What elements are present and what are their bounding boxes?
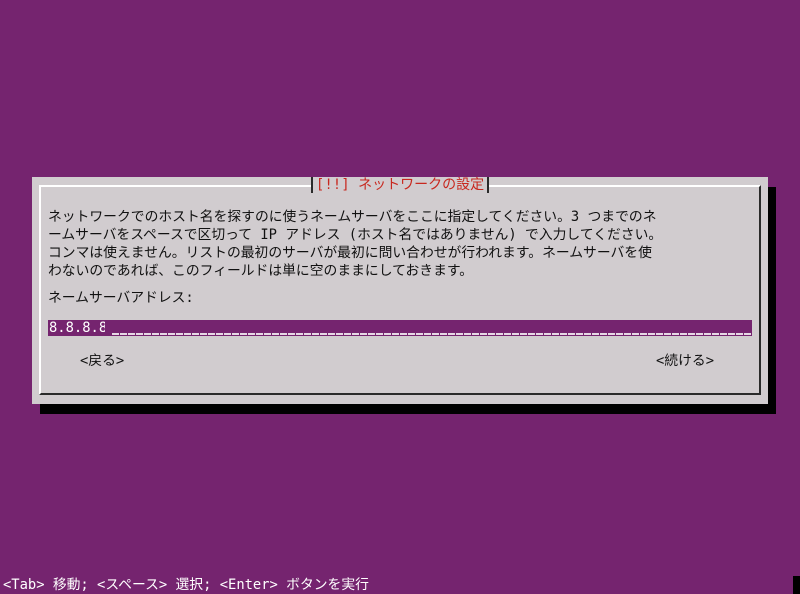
status-bar-help-text: <Tab> 移動; <スペース> 選択; <Enter> ボタンを実行 bbox=[3, 577, 369, 593]
dialog-description: ネットワークでのホスト名を探すのに使うネームサーバをここに指定してください。3 … bbox=[48, 208, 758, 280]
nameserver-input[interactable]: 8.8.8.8 bbox=[48, 320, 752, 336]
continue-button[interactable]: <続ける> bbox=[656, 352, 714, 370]
description-line-2: ームサーバをスペースで区切って IP アドレス (ホスト名ではありません) で入… bbox=[48, 227, 663, 243]
text-cursor bbox=[105, 320, 112, 336]
back-button[interactable]: <戻る> bbox=[80, 352, 124, 370]
network-config-dialog: [!!] ネットワークの設定 ネットワークでのホスト名を探すのに使うネームサーバ… bbox=[32, 177, 768, 404]
input-fill-underline bbox=[112, 333, 752, 335]
nameserver-field-label: ネームサーバアドレス: bbox=[48, 290, 194, 306]
description-line-4: わないのであれば、このフィールドは単に空のままにしておきます。 bbox=[48, 263, 474, 279]
description-line-3: コンマは使えません。リストの最初のサーバが最初に問い合わせが行われます。ネームサ… bbox=[48, 245, 652, 261]
installer-screen: [!!] ネットワークの設定 ネットワークでのホスト名を探すのに使うネームサーバ… bbox=[0, 0, 800, 594]
dialog-title: [!!] ネットワークの設定 bbox=[310, 177, 490, 193]
description-line-1: ネットワークでのホスト名を探すのに使うネームサーバをここに指定してください。3 … bbox=[48, 209, 657, 225]
status-bar: <Tab> 移動; <スペース> 選択; <Enter> ボタンを実行 bbox=[0, 576, 800, 594]
terminal-cursor bbox=[793, 576, 800, 594]
dialog-title-bar: [!!] ネットワークの設定 bbox=[32, 177, 768, 193]
nameserver-input-value: 8.8.8.8 bbox=[49, 320, 108, 336]
